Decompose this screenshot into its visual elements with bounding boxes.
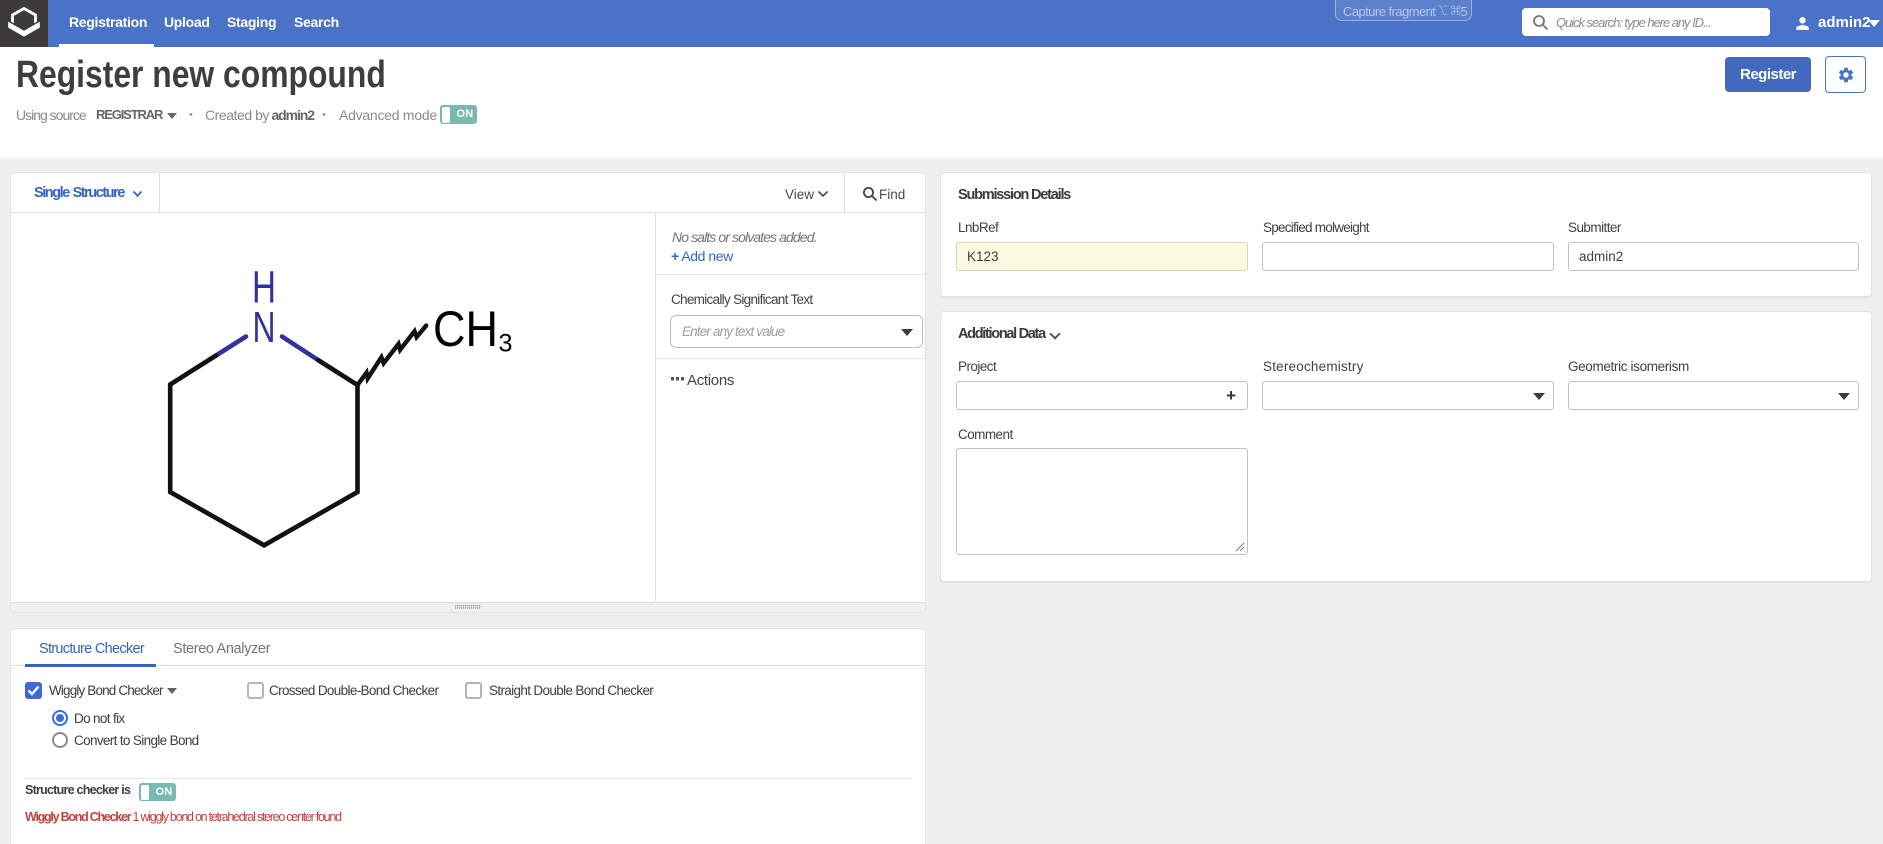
svg-text:CH: CH xyxy=(433,301,498,357)
svg-text:3: 3 xyxy=(499,330,513,358)
svg-text:N: N xyxy=(253,303,276,352)
